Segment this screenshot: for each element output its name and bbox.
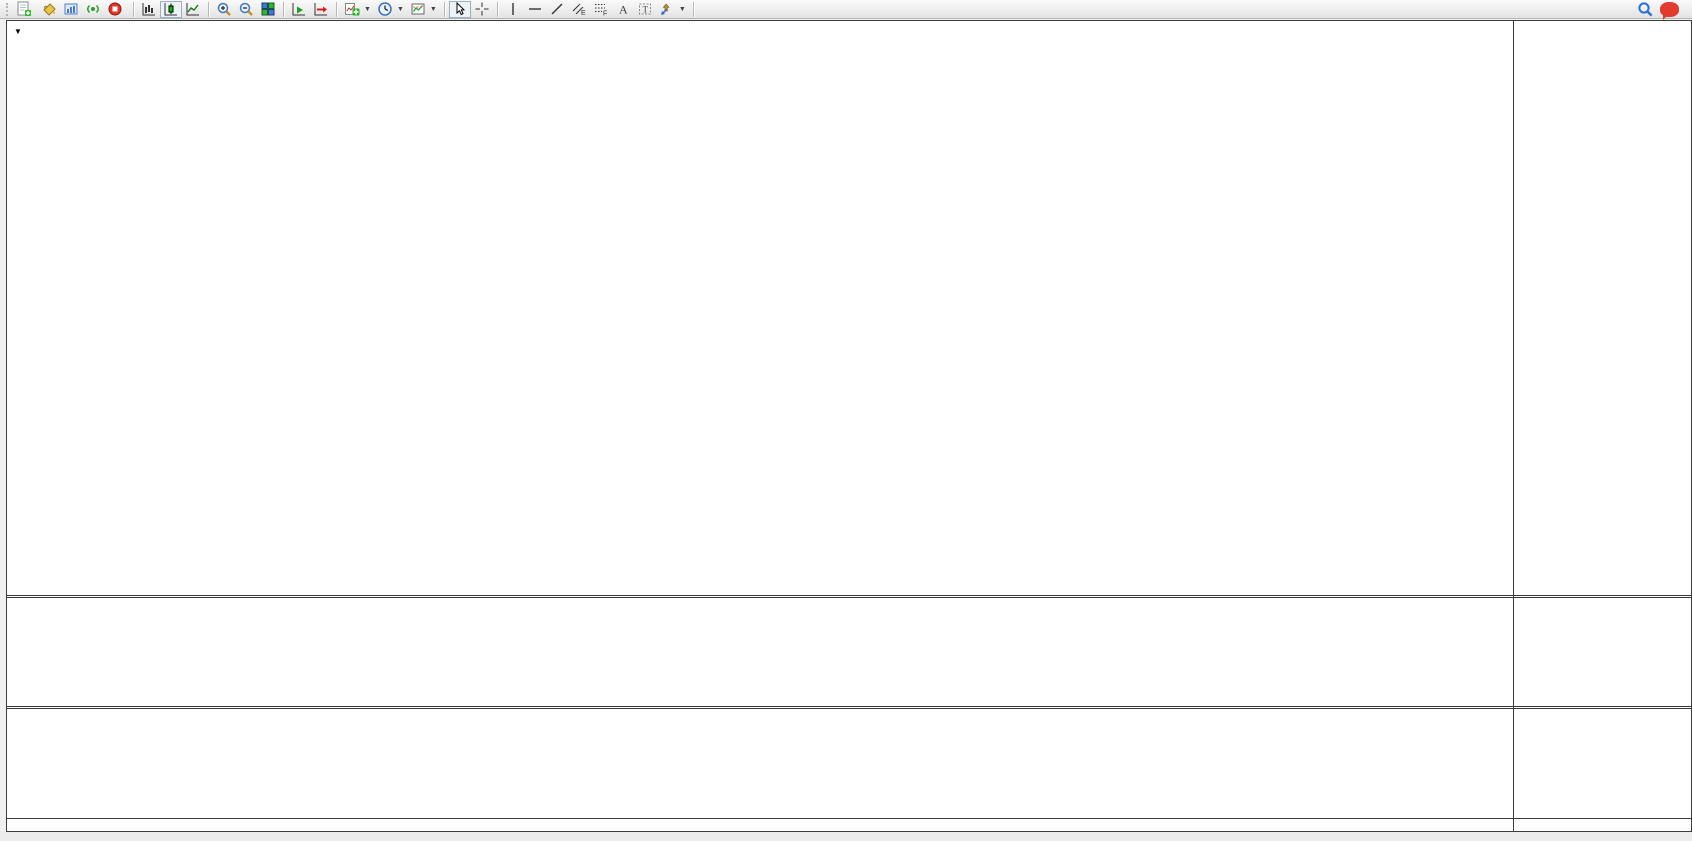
chart-title: ▼ — [14, 25, 38, 37]
news-icon — [1660, 2, 1679, 17]
periods-button[interactable]: ▼ — [374, 1, 407, 18]
new-order-icon — [16, 1, 32, 17]
vertical-line-button[interactable] — [502, 1, 524, 18]
cursor-button[interactable] — [449, 1, 471, 18]
auto-trading-icon — [107, 1, 123, 17]
chart-shift-button[interactable] — [310, 1, 332, 18]
chevron-down-icon: ▼ — [430, 6, 437, 13]
crosshair-button[interactable] — [471, 1, 493, 18]
zoom-out-icon — [238, 1, 254, 17]
trendline-icon — [549, 1, 565, 17]
arrows-button[interactable]: ▼ — [656, 1, 689, 18]
paint-bucket-icon — [41, 1, 57, 17]
templates-icon — [410, 1, 426, 17]
periods-icon — [377, 1, 393, 17]
crosshair-icon — [474, 1, 490, 17]
news-button[interactable] — [1657, 1, 1682, 18]
tile-windows-icon — [260, 1, 276, 17]
candlestick-chart-icon — [163, 1, 179, 17]
zoom-in-button[interactable] — [213, 1, 235, 18]
cursor-icon — [452, 1, 468, 17]
vertical-line-icon — [505, 1, 521, 17]
indicators-button[interactable]: ▼ — [341, 1, 374, 18]
svg-text:T: T — [642, 5, 648, 15]
toolbar-separator — [444, 2, 445, 17]
zoom-in-icon — [216, 1, 232, 17]
toolbar-separator — [133, 2, 134, 17]
toolbar-separator — [283, 2, 284, 17]
toolbar-separator — [693, 2, 694, 17]
equidistant-channel-icon: E — [571, 1, 587, 17]
search-button[interactable] — [1634, 1, 1657, 18]
toolbar-separator — [336, 2, 337, 17]
bar-chart-icon — [141, 1, 157, 17]
candlestick-chart-button[interactable] — [160, 1, 182, 18]
svg-text:E: E — [581, 10, 586, 17]
toolbar-grip[interactable] — [6, 3, 9, 16]
equidistant-channel-button[interactable]: E — [568, 1, 590, 18]
trendline-button[interactable] — [546, 1, 568, 18]
paint-bucket-button[interactable] — [38, 1, 60, 18]
signal-icon — [85, 1, 101, 17]
chevron-down-icon: ▼ — [364, 6, 371, 13]
horizontal-line-icon — [527, 1, 543, 17]
search-icon — [1637, 1, 1654, 18]
text-icon: A — [615, 1, 631, 17]
profiles-button[interactable] — [60, 1, 82, 18]
toolbar-separator — [497, 2, 498, 17]
auto-scroll-button[interactable] — [288, 1, 310, 18]
macd-label — [12, 600, 22, 612]
trading-platform-window: ▼ ▼ ▼ — [0, 0, 1692, 841]
fibonacci-button[interactable]: F — [590, 1, 612, 18]
templates-button[interactable]: ▼ — [407, 1, 440, 18]
svg-text:A: A — [619, 3, 628, 17]
chart-shift-icon — [313, 1, 329, 17]
chevron-down-icon: ▼ — [679, 6, 686, 13]
bar-chart-button[interactable] — [138, 1, 160, 18]
rsi-label — [12, 711, 22, 723]
auto-scroll-icon — [291, 1, 307, 17]
label-icon: T — [637, 1, 653, 17]
horizontal-line-button[interactable] — [524, 1, 546, 18]
line-chart-icon — [185, 1, 201, 17]
line-chart-button[interactable] — [182, 1, 204, 18]
zoom-out-button[interactable] — [235, 1, 257, 18]
auto-trading-button[interactable] — [104, 1, 129, 18]
signal-button[interactable] — [82, 1, 104, 18]
label-button[interactable]: T — [634, 1, 656, 18]
toolbar-separator — [208, 2, 209, 17]
tile-windows-button[interactable] — [257, 1, 279, 18]
profiles-icon — [63, 1, 79, 17]
fibonacci-icon: F — [593, 1, 609, 17]
svg-text:F: F — [603, 11, 607, 18]
chevron-down-icon: ▼ — [397, 6, 404, 13]
text-button[interactable]: A — [612, 1, 634, 18]
new-order-button[interactable] — [13, 1, 38, 18]
toolbar: ▼ ▼ ▼ — [0, 0, 1692, 19]
indicators-icon — [344, 1, 360, 17]
arrows-icon — [659, 1, 675, 17]
chart-canvas[interactable] — [0, 20, 1692, 832]
bottom-strip — [0, 832, 1692, 841]
chevron-down-icon: ▼ — [14, 27, 22, 36]
